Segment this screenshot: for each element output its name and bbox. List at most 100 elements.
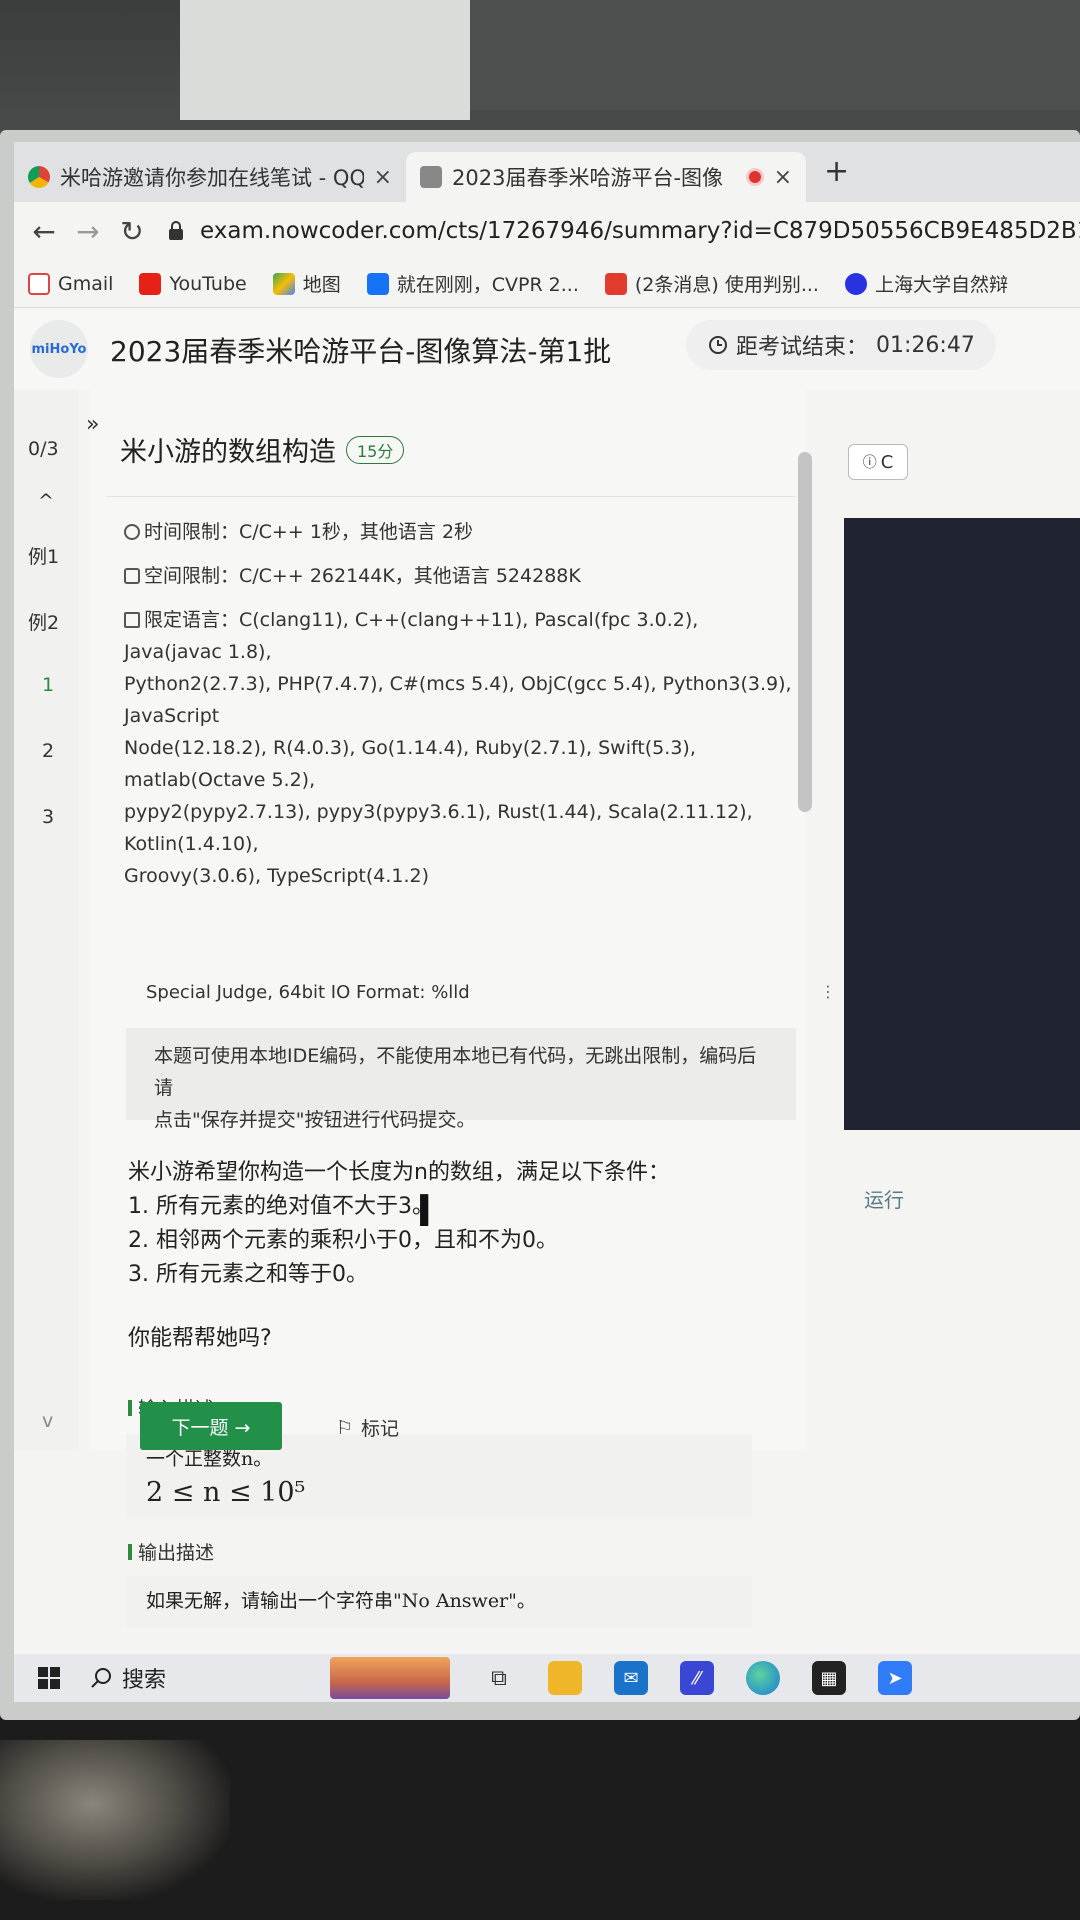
background-pillar: [180, 0, 470, 120]
language-line: pypy2(pypy2.7.13), pypy3(pypy3.6.1), Rus…: [124, 801, 753, 855]
bookmark-baidu[interactable]: 上海大学自然辩: [844, 270, 1008, 297]
background-shadow: [470, 0, 1080, 110]
language-line: Node(12.18.2), R(4.0.3), Go(1.14.4), Rub…: [124, 737, 696, 791]
bookmark-gmail[interactable]: Gmail: [28, 272, 114, 295]
forward-button[interactable]: →: [66, 215, 110, 248]
bookmarks-bar: Gmail YouTube 地图 就在刚刚，CVPR 2... (2条消息) 使…: [14, 260, 1080, 308]
timer-value: 01:26:47: [876, 332, 975, 358]
output-description: 如果无解，请输出一个字符串"No Answer"。: [126, 1576, 752, 1628]
bookmark-label: Gmail: [58, 272, 114, 295]
bookmark-label: 上海大学自然辩: [874, 274, 1008, 296]
question-panel: » 米小游的数组构造 15分 时间限制：C/C++ 1秒，其他语言 2秒 空间限…: [86, 390, 806, 1628]
input-constraint: 2 ≤ n ≤ 10⁵: [146, 1477, 306, 1508]
text-cursor-icon: I: [416, 1186, 433, 1237]
section-marker: [128, 1543, 132, 1560]
mail-icon[interactable]: ✉: [614, 1661, 648, 1695]
exam-header: miHoYo 2023届春季米哈游平台-图像算法-第1批 距考试结束： 01:2…: [14, 310, 1080, 390]
mihoyo-logo: miHoYo: [30, 320, 88, 378]
nav-item-question-3[interactable]: 3: [42, 806, 54, 828]
question-title-row: 米小游的数组构造 15分: [120, 430, 405, 469]
section-marker: [128, 1399, 132, 1416]
url-input[interactable]: exam.nowcoder.com/cts/17267946/summary?i…: [200, 218, 1080, 244]
problem-ask: 你能帮帮她吗?: [128, 1326, 272, 1351]
task-view-icon[interactable]: ⧉: [482, 1661, 516, 1695]
store-icon[interactable]: ▦: [812, 1661, 846, 1695]
info-icon: ⓘ: [862, 455, 877, 471]
address-bar: ← → ↻ exam.nowcoder.com/cts/17267946/sum…: [14, 202, 1080, 260]
desk: [0, 1700, 1080, 1920]
nav-item-example-1[interactable]: 例1: [28, 542, 59, 569]
browser-tab-bar: 米哈游邀请你参加在线笔试 - QQ × 2023届春季米哈游平台-图像 × +: [14, 142, 1080, 202]
bookmark-youtube[interactable]: YouTube: [139, 272, 247, 295]
search-highlight-image: [330, 1657, 450, 1699]
space-limit-text: 空间限制：C/C++ 262144K，其他语言 524288K: [144, 565, 581, 587]
next-question-button[interactable]: 下一题 →: [140, 1402, 282, 1450]
feishu-icon[interactable]: ➤: [878, 1661, 912, 1695]
monitor-screen: 米哈游邀请你参加在线笔试 - QQ × 2023届春季米哈游平台-图像 × + …: [14, 142, 1080, 1702]
question-title: 米小游的数组构造: [120, 437, 336, 468]
gmail-icon: [28, 272, 50, 295]
language-limit: 限定语言：C(clang11), C++(clang++11), Pascal(…: [124, 604, 794, 892]
bookmark-label: 地图: [302, 274, 341, 296]
desk-object: [0, 1740, 230, 1900]
reload-button[interactable]: ↻: [110, 215, 154, 248]
windows-start-icon[interactable]: [38, 1667, 60, 1689]
output-section-header: 输出描述: [128, 1538, 214, 1565]
description-line: 2. 相邻两个元素的乘积小于0，且和不为0。: [128, 1228, 558, 1253]
timer-label: 距考试结束：: [736, 335, 869, 360]
space-limit: 空间限制：C/C++ 262144K，其他语言 524288K: [124, 560, 794, 592]
background-wall: [0, 0, 1080, 150]
tab-qq-invite[interactable]: 米哈游邀请你参加在线笔试 - QQ ×: [14, 152, 406, 202]
nav-item-question-1[interactable]: 1: [42, 674, 54, 696]
code-editor[interactable]: [844, 518, 1080, 1130]
search-label: 搜索: [122, 1668, 167, 1693]
nav-down-button[interactable]: v: [42, 1410, 53, 1432]
back-button[interactable]: ←: [22, 215, 66, 248]
bookmark-csdn[interactable]: (2条消息) 使用判别...: [604, 270, 819, 297]
language-selector[interactable]: ⓘ C: [848, 444, 908, 480]
nav-up-button[interactable]: ^: [38, 490, 54, 512]
ide-notice: 本题可使用本地IDE编码，不能使用本地已有代码，无跳出限制，编码后请 点击"保存…: [126, 1028, 796, 1131]
bookmark-label: 就在刚刚，CVPR 2...: [396, 274, 579, 296]
bookmark-maps[interactable]: 地图: [272, 270, 341, 297]
nav-item-question-2[interactable]: 2: [42, 740, 54, 762]
search-icon: [91, 1668, 111, 1688]
special-judge: Special Judge, 64bit IO Format: %lld: [146, 982, 470, 1003]
maps-icon: [272, 272, 295, 295]
language-line: Groovy(3.0.6), TypeScript(4.1.2): [124, 865, 430, 887]
nav-item-example-2[interactable]: 例2: [28, 608, 59, 635]
run-button[interactable]: 运行: [864, 1184, 904, 1213]
mark-button[interactable]: ⚐ 标记: [336, 1414, 399, 1441]
ai-app-icon[interactable]: ⁄⁄: [680, 1661, 714, 1695]
content-scrollbar[interactable]: [798, 452, 812, 812]
output-text: 如果无解，请输出一个字符串"No Answer"。: [146, 1590, 536, 1612]
score-badge: 15分: [346, 435, 405, 464]
time-limit-text: 时间限制：C/C++ 1秒，其他语言 2秒: [144, 521, 474, 543]
exam-timer: 距考试结束： 01:26:47: [686, 320, 996, 370]
collapse-button[interactable]: »: [86, 412, 99, 437]
question-nav: 0/3 ^ 例1 例2 1 2 3 v: [14, 390, 78, 1450]
mark-label: 标记: [361, 1418, 400, 1440]
exam-title: 2023届春季米哈游平台-图像算法-第1批: [110, 335, 612, 368]
bookmark-label: (2条消息) 使用判别...: [634, 274, 819, 296]
close-tab-icon[interactable]: ×: [774, 165, 792, 190]
description-line: 1. 所有元素的绝对值不大于3。: [128, 1194, 434, 1219]
close-tab-icon[interactable]: ×: [374, 165, 392, 190]
lock-icon[interactable]: [168, 221, 184, 241]
chrome-favicon-icon: [28, 166, 50, 188]
new-tab-button[interactable]: +: [824, 154, 849, 189]
edge-browser-icon[interactable]: [746, 1661, 780, 1695]
file-explorer-icon[interactable]: [548, 1661, 582, 1695]
tab-title: 米哈游邀请你参加在线笔试 - QQ: [60, 166, 364, 190]
tab-title: 2023届春季米哈游平台-图像: [452, 166, 724, 190]
youtube-icon: [139, 272, 162, 295]
resize-handle[interactable]: ⋮: [820, 982, 836, 1001]
recording-icon: [745, 168, 764, 186]
description-line: 米小游希望你构造一个长度为n的数组，满足以下条件：: [128, 1160, 670, 1185]
editor-toolbar: ⓘ C: [834, 430, 1080, 500]
language-line: Python2(2.7.3), PHP(7.4.7), C#(mcs 5.4),…: [124, 673, 792, 727]
time-limit: 时间限制：C/C++ 1秒，其他语言 2秒: [124, 516, 794, 548]
zhihu-icon: [366, 272, 389, 295]
bookmark-zhihu[interactable]: 就在刚刚，CVPR 2...: [366, 270, 579, 297]
tab-exam[interactable]: 2023届春季米哈游平台-图像 ×: [406, 152, 806, 202]
